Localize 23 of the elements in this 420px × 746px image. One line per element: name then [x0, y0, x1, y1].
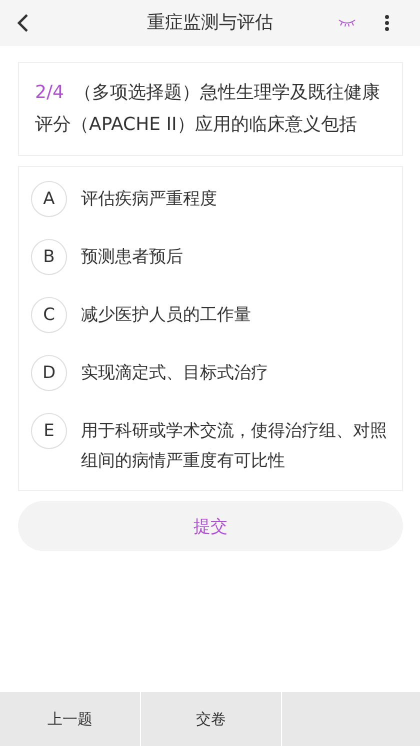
- option-letter: A: [31, 181, 67, 217]
- answer-option[interactable]: A 评估疾病严重程度: [19, 171, 402, 229]
- option-letter: C: [31, 297, 67, 333]
- option-text: 评估疾病严重程度: [81, 188, 217, 211]
- option-text: 实现滴定式、目标式治疗: [81, 362, 268, 385]
- nav-button[interactable]: 上一题: [0, 692, 140, 746]
- option-letter: B: [31, 239, 67, 275]
- option-letter: D: [31, 355, 67, 391]
- option-letter: E: [31, 413, 67, 449]
- question-text: 2/4 （多项选择题）急性生理学及既往健康评分（APACHE II）应用的临床意义包括: [35, 81, 381, 137]
- option-text: 用于科研或学术交流，使得治疗组、对照组间的病情严重度有可比性: [81, 420, 388, 473]
- option-text: 预测患者预后: [81, 246, 183, 269]
- page-title: 重症监测与评估: [147, 11, 273, 35]
- answer-option[interactable]: C 减少医护人员的工作量: [19, 287, 402, 345]
- submit-button[interactable]: 提交: [18, 501, 403, 551]
- answer-option[interactable]: B 预测患者预后: [19, 229, 402, 287]
- answer-option[interactable]: E 用于科研或学术交流，使得治疗组、对照组间的病情严重度有可比性: [19, 403, 402, 486]
- option-text: 减少医护人员的工作量: [81, 304, 251, 327]
- answer-option[interactable]: D 实现滴定式、目标式治疗: [19, 345, 402, 403]
- closed-eye-icon[interactable]: [338, 19, 356, 27]
- back-icon[interactable]: [17, 13, 29, 33]
- nav-button[interactable]: 交卷: [141, 692, 281, 746]
- more-icon[interactable]: [384, 14, 390, 32]
